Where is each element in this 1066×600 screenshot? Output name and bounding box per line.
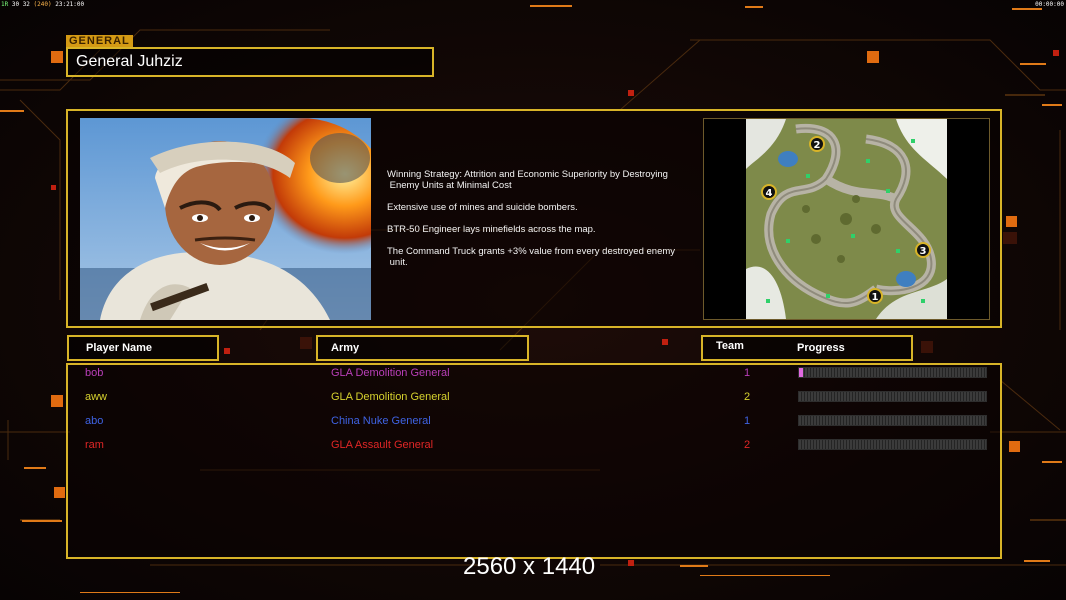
team-cell: 2 [743, 391, 751, 403]
strategy-line: Winning Strategy: Attrition and Economic… [387, 169, 668, 191]
progress-bar [798, 415, 987, 426]
player-name-cell: bob [85, 367, 104, 379]
army-cell: GLA Demolition General [331, 367, 450, 379]
header-team-label: Team [716, 340, 744, 352]
team-cell: 1 [743, 415, 751, 427]
progress-fill [799, 368, 803, 377]
table-row[interactable]: ram GLA Assault General 2 [0, 437, 1066, 453]
army-cell: China Nuke General [331, 415, 431, 427]
game-timer: 00:00:00 [1035, 1, 1064, 8]
player-name-cell: abo [85, 415, 104, 427]
header-player-name[interactable]: Player Name [67, 335, 219, 361]
fps-extra: (240) [33, 1, 52, 8]
map-slot-label: 4 [766, 188, 773, 199]
clock-time: 23:21:00 [55, 1, 85, 8]
table-row[interactable]: bob GLA Demolition General 1 [0, 365, 1066, 381]
team-cell: 1 [743, 367, 751, 379]
general-name: General Juhziz [66, 47, 434, 77]
table-row[interactable]: aww GLA Demolition General 2 [0, 389, 1066, 405]
army-cell: GLA Assault General [331, 439, 434, 451]
fps-readout: 1R 30 32 (240) 23:21:00 [1, 1, 84, 8]
fps-value: 1R [1, 1, 9, 8]
strategy-line: Extensive use of mines and suicide bombe… [387, 202, 578, 213]
header-player-label: Player Name [86, 342, 153, 354]
table-row[interactable]: abo China Nuke General 1 [0, 413, 1066, 429]
map-slot-label: 3 [920, 246, 927, 257]
player-name-cell: ram [85, 439, 104, 451]
strategy-line: The Command Truck grants +3% value from … [387, 246, 676, 268]
general-portrait [80, 118, 371, 320]
header-team-progress[interactable]: Team Progress [701, 335, 913, 361]
progress-bar [798, 391, 987, 402]
general-tag: GENERAL [66, 35, 133, 47]
map-slot-label: 2 [814, 140, 821, 151]
progress-bar [798, 439, 987, 450]
header-army[interactable]: Army [316, 335, 529, 361]
fps-counts: 30 32 [11, 1, 30, 8]
player-name-cell: aww [85, 391, 108, 403]
strategy-description: Winning Strategy: Attrition and Economic… [387, 169, 702, 279]
header-army-label: Army [331, 342, 360, 354]
map-preview[interactable]: 1 2 3 4 [746, 119, 947, 319]
army-cell: GLA Demolition General [331, 391, 450, 403]
strategy-line: BTR-50 Engineer lays minefields across t… [387, 224, 596, 235]
resolution-overlay: 2560 x 1440 [463, 553, 596, 580]
progress-bar [798, 367, 987, 378]
team-cell: 2 [743, 439, 751, 451]
header-progress-label: Progress [797, 342, 845, 354]
map-slot-label: 1 [872, 292, 879, 303]
